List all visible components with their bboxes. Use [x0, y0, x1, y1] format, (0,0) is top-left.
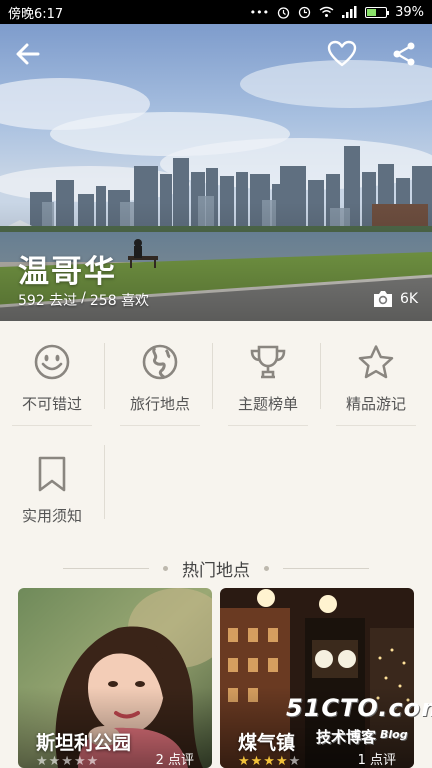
menu-label: 精品游记 — [345, 395, 406, 413]
menu-label: 不可错过 — [21, 395, 82, 413]
battery-icon — [365, 6, 390, 18]
cell-underline — [336, 425, 416, 426]
smiley-icon — [34, 343, 70, 381]
divider — [283, 567, 369, 569]
notification-dots: ••• — [249, 5, 270, 19]
camera-icon — [374, 291, 392, 307]
status-icons: ••• 39% — [250, 5, 424, 20]
heart-icon — [327, 40, 357, 67]
wifi-icon — [319, 6, 334, 17]
rating-stars: ★★★★★ — [238, 754, 302, 768]
place-meta: ★★★★★ 1 点评 — [220, 750, 414, 768]
stats-separator: / — [81, 290, 86, 306]
menu-item-travelogues[interactable]: 精品游记 — [322, 321, 430, 426]
menu-item-tips[interactable]: 实用须知 — [0, 433, 106, 538]
status-bar: 傍晚6:17 ••• 39% — [0, 0, 432, 24]
status-time: 傍晚6:17 — [8, 6, 64, 22]
place-card-stanley-park[interactable]: 斯坦利公园 ★★★★★ 2 点评 — [18, 588, 212, 768]
clock-icon — [298, 6, 311, 18]
share-button[interactable] — [388, 38, 420, 70]
signal-icon — [342, 6, 357, 18]
watermark-main: 51CTO.com — [286, 694, 432, 722]
liked-count: 258 喜欢 — [89, 293, 150, 309]
back-button[interactable] — [12, 38, 44, 70]
alarm-icon — [277, 6, 290, 19]
popular-places-header: 热门地点 — [0, 553, 432, 583]
hero-image[interactable]: 温哥华 592 去过 / 258 喜欢 6K — [0, 24, 432, 321]
section-title: 热门地点 — [182, 560, 250, 581]
watermark-sub: 技术博客 — [316, 728, 377, 746]
review-count: 1 点评 — [357, 753, 396, 768]
menu-item-rankings[interactable]: 主题榜单 — [214, 321, 322, 426]
menu-item-must-see[interactable]: 不可错过 — [0, 321, 106, 426]
photo-count-label: 6K — [400, 291, 419, 307]
rating-stars: ★★★★★ — [36, 754, 100, 768]
menu-label: 旅行地点 — [129, 395, 190, 413]
city-title: 温哥华 — [18, 254, 117, 290]
watermark-logo: 51CTO.com 技术博客 Blog — [286, 692, 432, 752]
place-meta: ★★★★★ 2 点评 — [18, 750, 212, 768]
watermark-blog: Blog — [380, 728, 408, 741]
divider-dot — [163, 565, 168, 571]
share-icon — [393, 42, 415, 66]
visited-count: 592 去过 — [18, 293, 78, 309]
arrow-left-icon — [16, 43, 40, 65]
globe-icon — [142, 343, 178, 381]
menu-label: 实用须知 — [21, 507, 82, 525]
photo-count-button[interactable]: 6K — [372, 290, 418, 308]
bookmark-icon — [37, 455, 67, 493]
cell-underline — [120, 425, 200, 426]
favorite-button[interactable] — [326, 38, 358, 70]
review-count: 2 点评 — [155, 753, 194, 768]
menu-label: 主题榜单 — [237, 395, 298, 413]
trophy-icon — [249, 343, 287, 381]
cell-underline — [228, 425, 308, 426]
category-menu: 不可错过 旅行地点 主题榜单 精品游记 实用须知 — [0, 321, 432, 545]
divider-dot — [264, 565, 269, 571]
menu-item-places[interactable]: 旅行地点 — [106, 321, 214, 426]
destination-page: 傍晚6:17 ••• 39% 温哥华 592 去过 / 258 喜欢 6K 不可… — [0, 0, 432, 768]
star-icon — [357, 343, 395, 381]
divider — [63, 567, 149, 569]
battery-percent: 39% — [395, 4, 424, 20]
cell-underline — [12, 425, 92, 426]
visit-like-stats: 592 去过 / 258 喜欢 — [18, 290, 149, 310]
